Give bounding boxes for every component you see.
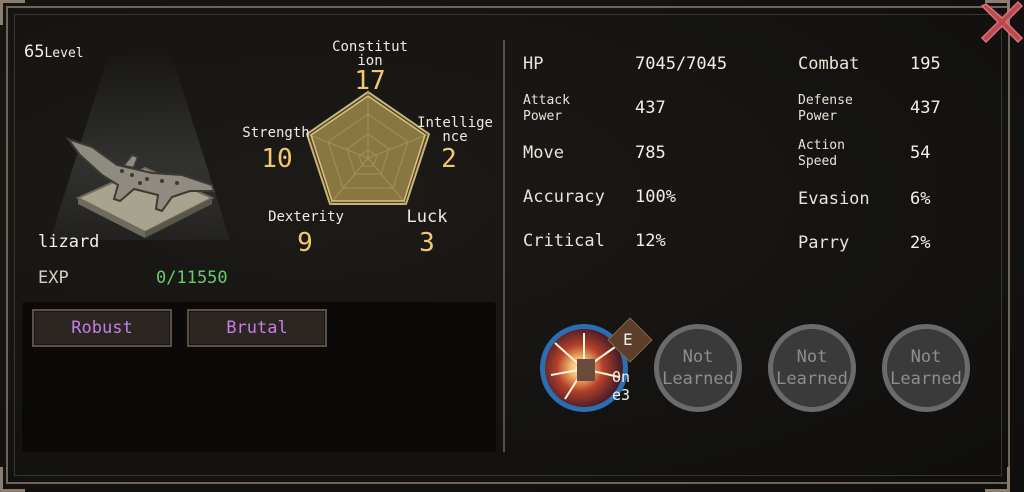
trait-brutal[interactable]: Brutal	[187, 309, 327, 347]
critical-value: 12%	[635, 231, 666, 251]
not-learned-label: Not Learned	[776, 347, 848, 389]
constitution-label: Constitut ion	[332, 39, 408, 69]
hp-value: 7045/7045	[635, 54, 728, 74]
combat-label: Combat	[798, 54, 860, 74]
skill-name: On e3	[612, 368, 631, 404]
dexterity-label: Dexterity	[268, 209, 344, 225]
skill-slot-2[interactable]: Not Learned	[654, 324, 742, 412]
trait-robust[interactable]: Robust	[32, 309, 172, 347]
character-name: lizard	[38, 232, 100, 252]
lizard-portrait[interactable]	[62, 125, 222, 220]
accuracy-label: Accuracy	[523, 187, 605, 207]
exp-label: EXP	[38, 268, 69, 288]
parry-value: 2%	[910, 233, 931, 253]
defense-power-label: Defense Power	[798, 93, 853, 124]
critical-label: Critical	[523, 231, 605, 251]
luck-label: Luck	[406, 207, 448, 227]
dexterity-value: 9	[297, 228, 313, 258]
action-speed-label: Action Speed	[798, 138, 845, 169]
corner-ornament	[985, 467, 1010, 492]
strength-value: 10	[261, 144, 293, 174]
close-icon	[980, 0, 1024, 44]
attack-power-label: Attack Power	[523, 93, 570, 124]
section-divider	[503, 40, 505, 452]
level-display: 65Level	[24, 42, 84, 62]
parry-label: Parry	[798, 233, 850, 253]
attack-power-value: 437	[635, 98, 666, 118]
exp-value: 0/11550	[156, 268, 228, 288]
accuracy-value: 100%	[635, 187, 676, 207]
strength-label: Strength	[242, 125, 310, 141]
corner-ornament	[0, 467, 25, 492]
move-value: 785	[635, 143, 666, 163]
action-speed-value: 54	[910, 143, 931, 163]
intelligence-value: 2	[441, 144, 457, 174]
corner-ornament	[0, 0, 25, 25]
defense-power-value: 437	[910, 98, 941, 118]
not-learned-label: Not Learned	[890, 347, 962, 389]
skill-tag-letter: E	[623, 330, 633, 349]
evasion-value: 6%	[910, 189, 931, 209]
luck-value: 3	[419, 228, 435, 258]
level-suffix: Level	[44, 46, 84, 61]
skill-slot-3[interactable]: Not Learned	[768, 324, 856, 412]
move-label: Move	[523, 143, 564, 163]
skill-slot-4[interactable]: Not Learned	[882, 324, 970, 412]
hp-label: HP	[523, 54, 544, 74]
evasion-label: Evasion	[798, 189, 870, 209]
character-panel: 65Level lizard EXP 0/11550 Constitut ion…	[0, 0, 1024, 492]
intelligence-label: Intellige nce	[417, 115, 493, 145]
level-number: 65	[24, 42, 45, 62]
not-learned-label: Not Learned	[662, 347, 734, 389]
combat-value: 195	[910, 54, 941, 74]
close-button[interactable]	[980, 0, 1024, 44]
